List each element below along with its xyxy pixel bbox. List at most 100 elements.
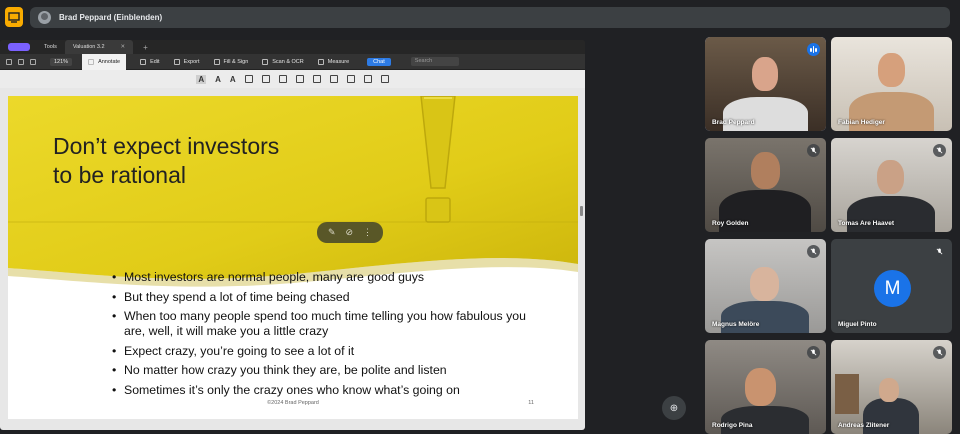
slide-title-line: to be rational [53, 162, 186, 188]
participant-name: Miguel Pinto [838, 321, 877, 328]
shape-icon[interactable] [278, 75, 287, 83]
annotate-icon [88, 58, 95, 65]
bullet-list: Most investors are normal people, many a… [112, 270, 532, 403]
toolbar-label: Edit [150, 58, 160, 65]
participant-name: Tomas Are Haavet [838, 220, 894, 227]
participant-tile[interactable]: Andreas Zlitener [831, 340, 952, 434]
slide-title-line: Don’t expect investors [53, 133, 280, 159]
search-input[interactable]: Search [410, 57, 459, 66]
close-icon[interactable]: ✕ [121, 44, 126, 50]
toolbar-label: Export [183, 58, 200, 65]
participant-name: Fabian Hediger [838, 119, 885, 126]
scan-icon [262, 58, 269, 65]
top-bar: Brad Peppard (Einblenden) [0, 0, 960, 36]
viewer-tab-bar: Tools Valuation 3.2 ✕ + [0, 40, 585, 54]
video-head [750, 267, 779, 301]
toolbar-annotate[interactable]: Annotate [82, 53, 127, 70]
pen-icon[interactable] [244, 75, 253, 83]
participant-name: Magnus Melöre [712, 321, 760, 328]
toolbar-label: Fill & Sign [223, 58, 249, 65]
participant-tile[interactable]: Fabian Hediger [831, 37, 952, 131]
tab-valuation[interactable]: Valuation 3.2 ✕ [64, 40, 134, 54]
media-controls: ✎ ⊘ ⋮ [317, 222, 383, 243]
fill-sign-icon [213, 58, 220, 65]
grid-icon[interactable] [18, 58, 24, 65]
toolbar-label: Annotate [98, 58, 121, 65]
panel-icon[interactable] [6, 58, 12, 65]
video-head [751, 152, 780, 189]
video-head [745, 368, 776, 406]
slide-page-number: 11 [528, 400, 534, 406]
participant-tile[interactable]: Magnus Melöre [705, 239, 826, 333]
more-icon[interactable]: ⋮ [363, 227, 372, 238]
zoom-in-icon[interactable]: ⊕ [662, 396, 686, 420]
list-item: When too many people spend too much time… [112, 309, 532, 338]
shared-screen: Tools Valuation 3.2 ✕ + 121% Annotate Edi… [0, 40, 585, 430]
viewer-toolbar: 121% Annotate Edit Export Fill & Sign Sc… [0, 53, 585, 70]
window-controls[interactable] [8, 43, 30, 51]
video-head [752, 57, 778, 91]
video-head [878, 53, 905, 87]
toolbar-edit[interactable]: Edit [140, 58, 160, 65]
crop-icon[interactable] [380, 75, 389, 83]
meeting-window: Brad Peppard (Einblenden) Tools Valuatio… [0, 0, 960, 434]
toolbar-export[interactable]: Export [173, 58, 200, 65]
avatar [38, 11, 51, 24]
list-item: Most investors are normal people, many a… [112, 270, 532, 285]
new-tab-icon[interactable]: + [143, 43, 148, 52]
toolbar-scan-ocr[interactable]: Scan & OCR [262, 58, 304, 65]
chat-button[interactable]: Chat [367, 57, 391, 66]
export-icon [173, 58, 180, 65]
slide-title: Don’t expect investors to be rational [53, 132, 353, 190]
bookshelf [835, 374, 859, 414]
eraser-icon[interactable] [261, 75, 270, 83]
list-item: Expect crazy, you’re going to see a lot … [112, 344, 532, 359]
measure-icon [317, 58, 324, 65]
mute-icon[interactable]: ⊘ [346, 227, 354, 238]
tab-tools[interactable]: Tools [36, 40, 65, 54]
page-icon[interactable] [30, 58, 36, 65]
participant-name: Roy Golden [712, 220, 749, 227]
mic-off-icon [807, 144, 820, 157]
present-screen-icon[interactable] [5, 7, 23, 27]
stamp-icon[interactable] [346, 75, 355, 83]
participant-tile[interactable]: Rodrigo Pina [705, 340, 826, 434]
list-item: Sometimes it’s only the crazy ones who k… [112, 383, 532, 398]
participant-name: Brad Peppard [712, 119, 755, 126]
video-body [721, 301, 809, 333]
annotation-toolbar: A A A [0, 70, 585, 88]
slide: Don’t expect investors to be rational Mo… [8, 96, 578, 419]
mic-off-icon [807, 346, 820, 359]
presenter-label: Brad Peppard (Einblenden) [59, 13, 163, 22]
mic-off-icon [933, 346, 946, 359]
video-head [877, 160, 904, 194]
zoom-select[interactable]: 121% [50, 57, 73, 66]
participant-tile[interactable]: M Miguel Pinto [831, 239, 952, 333]
slide-footer: ©2024 Brad Peppard [267, 400, 319, 406]
scrollbar[interactable] [580, 206, 583, 216]
toolbar-label: Scan & OCR [272, 58, 304, 65]
toolbar-measure[interactable]: Measure [317, 58, 349, 65]
speaking-icon [807, 43, 820, 56]
avatar: M [874, 270, 911, 307]
image-icon[interactable] [312, 75, 321, 83]
video-body [721, 406, 809, 434]
edit-icon [140, 58, 147, 65]
tab-label: Valuation 3.2 [72, 44, 105, 50]
participant-tile[interactable]: Tomas Are Haavet [831, 138, 952, 232]
pin-icon[interactable]: ✎ [328, 227, 336, 238]
comment-icon[interactable] [329, 75, 338, 83]
participant-tile[interactable]: Brad Peppard [705, 37, 826, 131]
text-style-b-icon[interactable]: A [215, 75, 221, 84]
participant-tile[interactable]: Roy Golden [705, 138, 826, 232]
mic-off-icon [807, 245, 820, 258]
text-style-a-icon[interactable]: A [196, 74, 207, 84]
toolbar-fill-sign[interactable]: Fill & Sign [213, 58, 249, 65]
textbox-icon[interactable] [295, 75, 304, 83]
text-style-c-icon[interactable]: A [230, 75, 236, 84]
signature-icon[interactable] [363, 75, 372, 83]
presenter-banner[interactable]: Brad Peppard (Einblenden) [30, 7, 950, 28]
document-area[interactable]: Don’t expect investors to be rational Mo… [0, 88, 585, 430]
mic-off-icon [933, 245, 946, 258]
mic-off-icon [933, 144, 946, 157]
